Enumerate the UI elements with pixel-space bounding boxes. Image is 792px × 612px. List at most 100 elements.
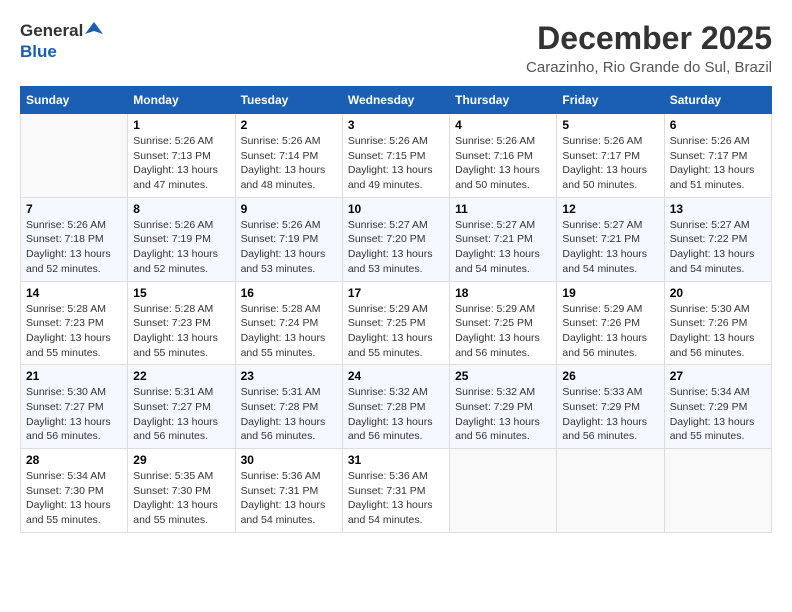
title-area: December 2025 Carazinho, Rio Grande do S…: [526, 20, 772, 76]
day-number: 31: [348, 453, 444, 467]
day-cell: 27 Sunrise: 5:34 AMSunset: 7:29 PMDayligh…: [664, 365, 771, 449]
day-number: 23: [241, 369, 337, 383]
day-number: 24: [348, 369, 444, 383]
week-row-1: 1 Sunrise: 5:26 AMSunset: 7:13 PMDaylight…: [21, 114, 772, 198]
day-cell: [21, 114, 128, 198]
day-info: Sunrise: 5:26 AMSunset: 7:19 PMDaylight:…: [241, 218, 337, 277]
day-info: Sunrise: 5:32 AMSunset: 7:29 PMDaylight:…: [455, 385, 551, 444]
day-info: Sunrise: 5:35 AMSunset: 7:30 PMDaylight:…: [133, 469, 229, 528]
day-number: 27: [670, 369, 766, 383]
day-info: Sunrise: 5:29 AMSunset: 7:25 PMDaylight:…: [455, 302, 551, 361]
day-cell: 12 Sunrise: 5:27 AMSunset: 7:21 PMDayligh…: [557, 197, 664, 281]
header-saturday: Saturday: [664, 87, 771, 114]
day-info: Sunrise: 5:28 AMSunset: 7:23 PMDaylight:…: [26, 302, 122, 361]
day-info: Sunrise: 5:28 AMSunset: 7:23 PMDaylight:…: [133, 302, 229, 361]
day-cell: 14Sunrise: 5:28 AMSunset: 7:23 PMDayligh…: [21, 281, 128, 365]
day-cell: [450, 449, 557, 533]
day-number: 25: [455, 369, 551, 383]
location-title: Carazinho, Rio Grande do Sul, Brazil: [526, 59, 772, 76]
calendar-body: 1 Sunrise: 5:26 AMSunset: 7:13 PMDaylight…: [21, 114, 772, 533]
day-cell: 4Sunrise: 5:26 AMSunset: 7:16 PMDaylight…: [450, 114, 557, 198]
day-cell: 26 Sunrise: 5:33 AMSunset: 7:29 PMDayligh…: [557, 365, 664, 449]
day-number: 26: [562, 369, 658, 383]
day-number: 8: [133, 202, 229, 216]
day-number: 21: [26, 369, 122, 383]
day-info: Sunrise: 5:34 AMSunset: 7:29 PMDaylight:…: [670, 385, 766, 444]
day-cell: 9Sunrise: 5:26 AMSunset: 7:19 PMDaylight…: [235, 197, 342, 281]
day-info: Sunrise: 5:27 AMSunset: 7:20 PMDaylight:…: [348, 218, 444, 277]
day-number: 7: [26, 202, 122, 216]
day-cell: 7 Sunrise: 5:26 AMSunset: 7:18 PMDaylight…: [21, 197, 128, 281]
day-number: 12: [562, 202, 658, 216]
week-row-4: 21 Sunrise: 5:30 AMSunset: 7:27 PMDayligh…: [21, 365, 772, 449]
day-cell: 5 Sunrise: 5:26 AMSunset: 7:17 PMDaylight…: [557, 114, 664, 198]
day-number: 3: [348, 118, 444, 132]
day-number: 20: [670, 286, 766, 300]
day-cell: 23 Sunrise: 5:31 AMSunset: 7:28 PMDayligh…: [235, 365, 342, 449]
day-number: 28: [26, 453, 122, 467]
day-cell: 21 Sunrise: 5:30 AMSunset: 7:27 PMDayligh…: [21, 365, 128, 449]
day-info: Sunrise: 5:29 AMSunset: 7:25 PMDaylight:…: [348, 302, 444, 361]
logo-blue-text: Blue: [20, 43, 57, 62]
header-sunday: Sunday: [21, 87, 128, 114]
week-row-3: 14Sunrise: 5:28 AMSunset: 7:23 PMDayligh…: [21, 281, 772, 365]
day-number: 1: [133, 118, 229, 132]
day-cell: 16 Sunrise: 5:28 AMSunset: 7:24 PMDayligh…: [235, 281, 342, 365]
week-row-2: 7 Sunrise: 5:26 AMSunset: 7:18 PMDaylight…: [21, 197, 772, 281]
day-cell: [557, 449, 664, 533]
month-title: December 2025: [526, 20, 772, 57]
day-info: Sunrise: 5:30 AMSunset: 7:26 PMDaylight:…: [670, 302, 766, 361]
day-info: Sunrise: 5:26 AMSunset: 7:13 PMDaylight:…: [133, 134, 229, 193]
day-number: 30: [241, 453, 337, 467]
day-number: 13: [670, 202, 766, 216]
day-number: 10: [348, 202, 444, 216]
day-cell: 19Sunrise: 5:29 AMSunset: 7:26 PMDayligh…: [557, 281, 664, 365]
day-info: Sunrise: 5:31 AMSunset: 7:28 PMDaylight:…: [241, 385, 337, 444]
day-info: Sunrise: 5:31 AMSunset: 7:27 PMDaylight:…: [133, 385, 229, 444]
day-info: Sunrise: 5:27 AMSunset: 7:21 PMDaylight:…: [455, 218, 551, 277]
day-cell: 11 Sunrise: 5:27 AMSunset: 7:21 PMDayligh…: [450, 197, 557, 281]
day-cell: 8 Sunrise: 5:26 AMSunset: 7:19 PMDaylight…: [128, 197, 235, 281]
day-cell: 18Sunrise: 5:29 AMSunset: 7:25 PMDayligh…: [450, 281, 557, 365]
header-monday: Monday: [128, 87, 235, 114]
day-info: Sunrise: 5:26 AMSunset: 7:16 PMDaylight:…: [455, 134, 551, 193]
day-info: Sunrise: 5:33 AMSunset: 7:29 PMDaylight:…: [562, 385, 658, 444]
header-wednesday: Wednesday: [342, 87, 449, 114]
day-info: Sunrise: 5:26 AMSunset: 7:17 PMDaylight:…: [562, 134, 658, 193]
day-cell: 13 Sunrise: 5:27 AMSunset: 7:22 PMDayligh…: [664, 197, 771, 281]
day-cell: 22 Sunrise: 5:31 AMSunset: 7:27 PMDayligh…: [128, 365, 235, 449]
day-info: Sunrise: 5:26 AMSunset: 7:18 PMDaylight:…: [26, 218, 122, 277]
day-info: Sunrise: 5:28 AMSunset: 7:24 PMDaylight:…: [241, 302, 337, 361]
day-cell: 29Sunrise: 5:35 AMSunset: 7:30 PMDayligh…: [128, 449, 235, 533]
logo: General Blue: [20, 20, 103, 61]
day-number: 6: [670, 118, 766, 132]
day-number: 5: [562, 118, 658, 132]
day-info: Sunrise: 5:36 AMSunset: 7:31 PMDaylight:…: [241, 469, 337, 528]
day-info: Sunrise: 5:32 AMSunset: 7:28 PMDaylight:…: [348, 385, 444, 444]
day-cell: 2Sunrise: 5:26 AMSunset: 7:14 PMDaylight…: [235, 114, 342, 198]
day-number: 16: [241, 286, 337, 300]
week-row-5: 28Sunrise: 5:34 AMSunset: 7:30 PMDayligh…: [21, 449, 772, 533]
day-info: Sunrise: 5:27 AMSunset: 7:22 PMDaylight:…: [670, 218, 766, 277]
day-info: Sunrise: 5:26 AMSunset: 7:19 PMDaylight:…: [133, 218, 229, 277]
logo-general-text: General: [20, 22, 83, 41]
day-number: 15: [133, 286, 229, 300]
logo-bird-icon: [85, 20, 103, 38]
day-info: Sunrise: 5:36 AMSunset: 7:31 PMDaylight:…: [348, 469, 444, 528]
day-info: Sunrise: 5:30 AMSunset: 7:27 PMDaylight:…: [26, 385, 122, 444]
day-cell: 20 Sunrise: 5:30 AMSunset: 7:26 PMDayligh…: [664, 281, 771, 365]
header-thursday: Thursday: [450, 87, 557, 114]
day-info: Sunrise: 5:29 AMSunset: 7:26 PMDaylight:…: [562, 302, 658, 361]
day-cell: 15 Sunrise: 5:28 AMSunset: 7:23 PMDayligh…: [128, 281, 235, 365]
day-cell: 24 Sunrise: 5:32 AMSunset: 7:28 PMDayligh…: [342, 365, 449, 449]
day-number: 22: [133, 369, 229, 383]
header-friday: Friday: [557, 87, 664, 114]
day-cell: 1 Sunrise: 5:26 AMSunset: 7:13 PMDaylight…: [128, 114, 235, 198]
day-info: Sunrise: 5:27 AMSunset: 7:21 PMDaylight:…: [562, 218, 658, 277]
day-cell: [664, 449, 771, 533]
day-cell: 30 Sunrise: 5:36 AMSunset: 7:31 PMDayligh…: [235, 449, 342, 533]
header-tuesday: Tuesday: [235, 87, 342, 114]
header-row: Sunday Monday Tuesday Wednesday Thursday…: [21, 87, 772, 114]
day-number: 11: [455, 202, 551, 216]
calendar-header: Sunday Monday Tuesday Wednesday Thursday…: [21, 87, 772, 114]
